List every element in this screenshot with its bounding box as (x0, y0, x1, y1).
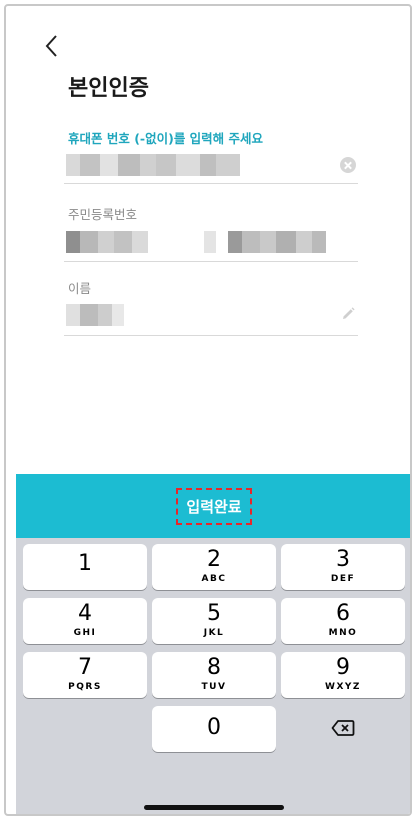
key-letters: ABC (201, 574, 227, 584)
key-digit: 1 (78, 551, 92, 576)
phone-input[interactable] (64, 150, 358, 184)
name-label: 이름 (68, 281, 92, 296)
pencil-icon[interactable] (340, 306, 356, 322)
masked-resident-back (228, 231, 326, 253)
masked-resident-dot (204, 231, 216, 253)
key-6[interactable]: 6 MNO (281, 598, 405, 644)
submit-label: 입력완료 (176, 487, 252, 525)
clear-icon[interactable] (340, 157, 356, 173)
key-3[interactable]: 3 DEF (281, 544, 405, 590)
key-2[interactable]: 2 ABC (152, 544, 276, 590)
key-4[interactable]: 4 GHI (23, 598, 147, 644)
key-digit: 6 (336, 601, 350, 626)
name-input[interactable] (64, 300, 358, 336)
app-screen: 본인인증 휴대폰 번호 (-없이)를 입력해 주세요 주민등록번호 이름 입력완… (16, 16, 410, 814)
key-digit: 5 (207, 601, 221, 626)
key-letters: JKL (203, 628, 225, 638)
key-8[interactable]: 8 TUV (152, 652, 276, 698)
page-title: 본인인증 (68, 76, 149, 101)
key-5[interactable]: 5 JKL (152, 598, 276, 644)
key-letters: PQRS (68, 682, 102, 692)
resident-number-label: 주민등록번호 (68, 207, 138, 222)
resident-number-input[interactable] (64, 228, 358, 262)
key-digit: 3 (336, 547, 350, 572)
key-letters: DEF (330, 574, 356, 584)
key-letters: MNO (328, 628, 358, 638)
masked-name-value (66, 304, 124, 326)
key-7[interactable]: 7 PQRS (23, 652, 147, 698)
numeric-keypad: 1 2 ABC 3 DEF 4 GHI 5 JKL 6 MNO 7 PQRS 8… (16, 538, 410, 814)
chevron-left-icon (45, 35, 57, 57)
home-indicator[interactable] (144, 805, 284, 810)
delete-key[interactable] (281, 706, 405, 752)
key-letters: TUV (201, 682, 227, 692)
key-digit: 2 (207, 547, 221, 572)
submit-button[interactable]: 입력완료 (16, 474, 410, 538)
phone-label: 휴대폰 번호 (-없이)를 입력해 주세요 (68, 131, 264, 146)
device-frame: 본인인증 휴대폰 번호 (-없이)를 입력해 주세요 주민등록번호 이름 입력완… (4, 4, 412, 816)
masked-resident-front (66, 231, 148, 253)
key-digit: 8 (207, 655, 221, 680)
back-button[interactable] (38, 30, 66, 62)
key-0[interactable]: 0 (152, 706, 276, 752)
key-1[interactable]: 1 (23, 544, 147, 590)
key-digit: 0 (207, 715, 221, 740)
key-letters: WXYZ (325, 682, 361, 692)
key-digit: 4 (78, 601, 92, 626)
key-letters: GHI (73, 628, 97, 638)
masked-phone-value (66, 154, 240, 176)
key-9[interactable]: 9 WXYZ (281, 652, 405, 698)
backspace-icon (331, 720, 355, 736)
key-digit: 9 (336, 655, 350, 680)
key-digit: 7 (78, 655, 92, 680)
